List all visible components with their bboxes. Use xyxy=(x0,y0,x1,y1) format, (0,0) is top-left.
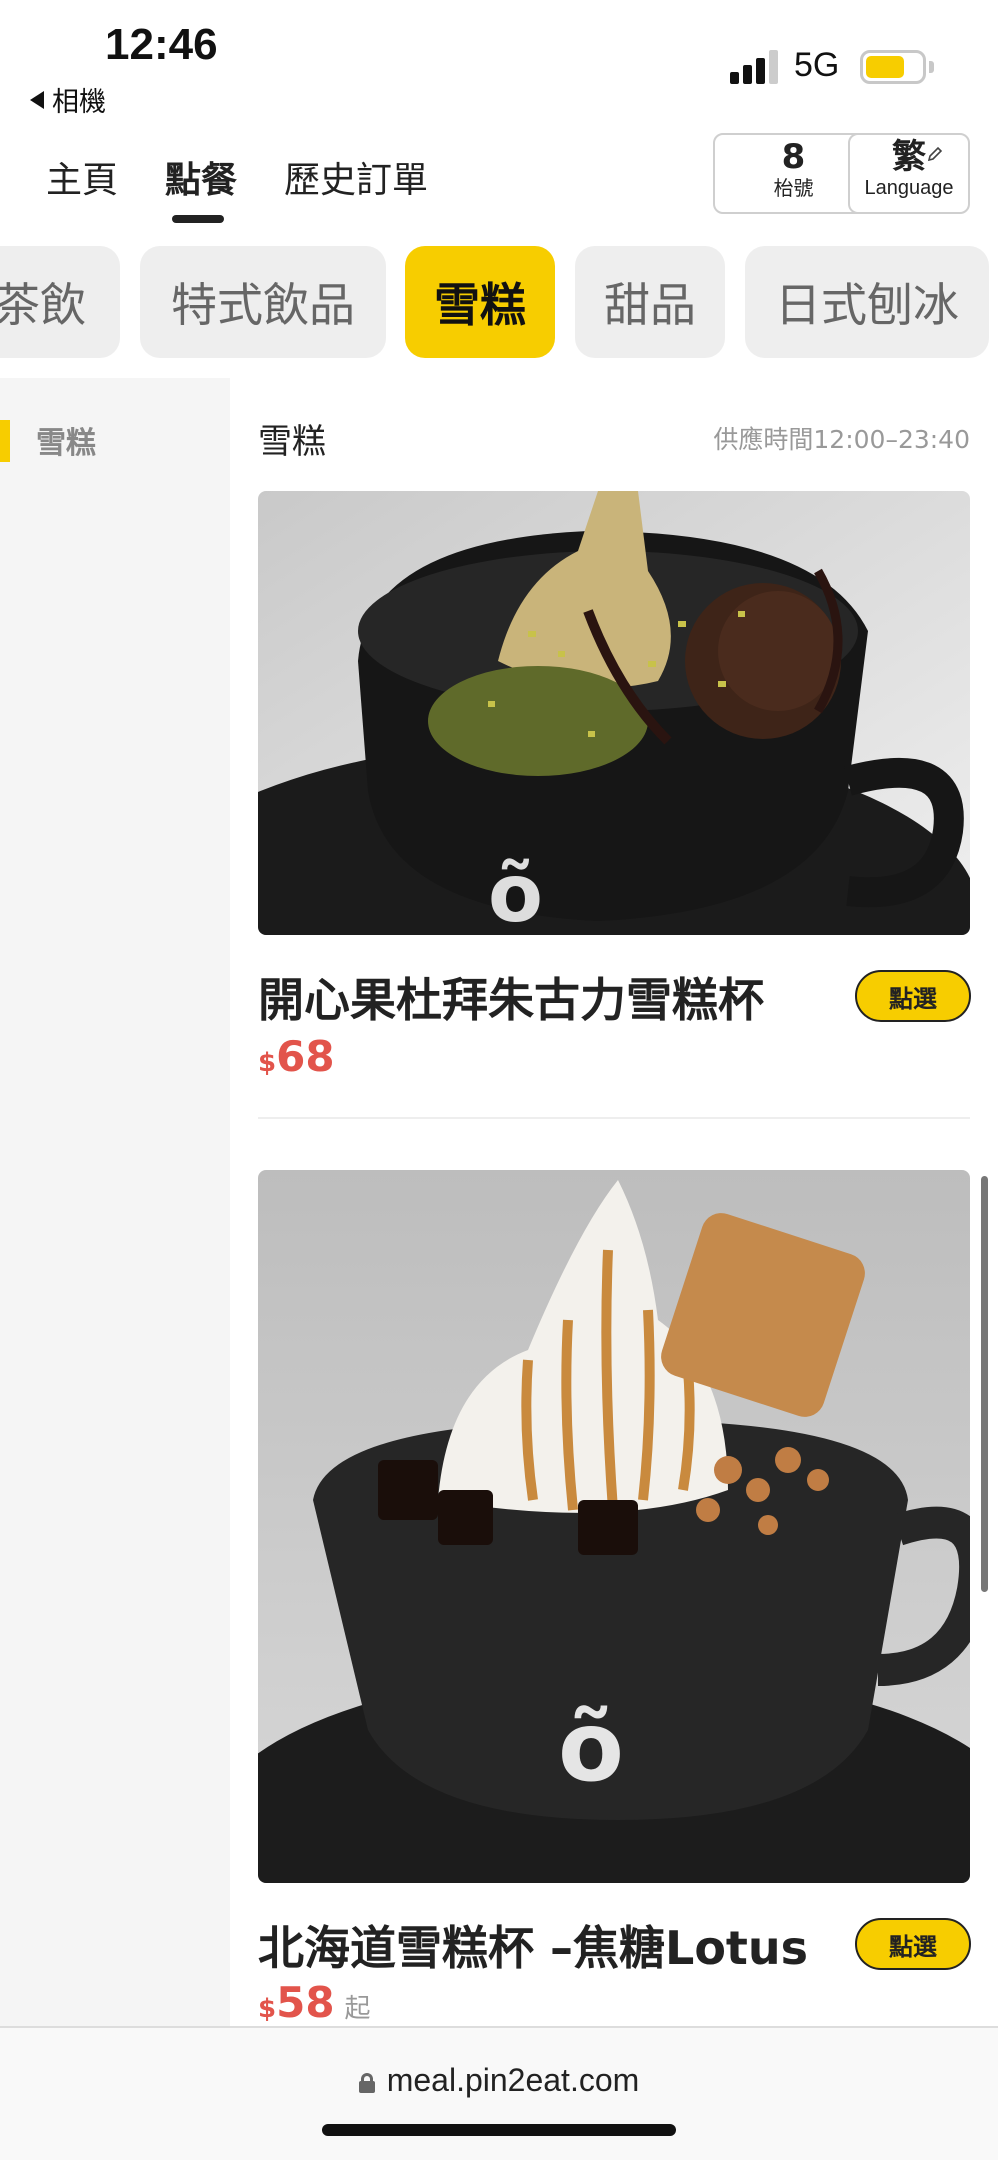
product-name: 北海道雪糕杯 –焦糖Lotus xyxy=(258,1921,809,1975)
product-list: 雪糕 供應時間12:00–23:40 õ 開心果杜拜朱古力雪糕杯 點選 $68 … xyxy=(230,378,998,2026)
product-price: $58 起 xyxy=(258,1978,371,2026)
category-special-drinks[interactable]: 特式飲品 xyxy=(140,246,386,358)
language-current: 繁 xyxy=(892,137,926,177)
back-arrow-icon xyxy=(30,90,44,109)
price-amount: 68 xyxy=(276,1032,335,1081)
tab-order-history[interactable]: 歷史訂單 xyxy=(284,151,428,203)
category-tea[interactable]: 茶飲 xyxy=(0,246,120,358)
language-label: Language xyxy=(864,177,954,199)
product-name: 開心果杜拜朱古力雪糕杯 xyxy=(258,973,764,1027)
lock-icon xyxy=(358,2072,375,2093)
signal-icon xyxy=(730,50,778,84)
select-button[interactable]: 點選 xyxy=(855,970,971,1022)
category-ice-cream[interactable]: 雪糕 xyxy=(405,246,555,358)
category-sidebar: 雪糕 xyxy=(0,378,230,2026)
status-time: 12:46 xyxy=(105,20,218,69)
pencil-icon xyxy=(927,146,943,162)
scrollbar[interactable] xyxy=(981,1176,988,1592)
svg-text:õ: õ xyxy=(488,847,543,935)
sidebar-item-ice-cream[interactable]: 雪糕 xyxy=(36,418,96,462)
svg-text:õ: õ xyxy=(558,1691,624,1803)
item-divider xyxy=(258,1117,970,1119)
battery-cap xyxy=(929,61,934,73)
browser-url-bar[interactable]: meal.pin2eat.com xyxy=(0,2026,998,2160)
ice-cream-cup-photo-1: õ xyxy=(258,491,970,935)
home-indicator[interactable] xyxy=(322,2124,676,2136)
battery-icon xyxy=(860,50,926,84)
tab-order[interactable]: 點餐 xyxy=(165,151,237,203)
serving-time: 供應時間12:00–23:40 xyxy=(713,425,970,454)
price-currency: $ xyxy=(258,1994,277,2024)
network-type: 5G xyxy=(794,46,840,84)
product-image-pistachio-dubai-cup[interactable]: õ xyxy=(258,491,970,935)
sidebar-active-marker xyxy=(0,420,10,462)
price-amount: 58 xyxy=(276,1978,335,2026)
category-desserts[interactable]: 甜品 xyxy=(575,246,725,358)
tab-home[interactable]: 主頁 xyxy=(46,151,118,203)
back-app-label: 相機 xyxy=(52,87,106,118)
price-from-suffix: 起 xyxy=(344,1994,371,2024)
category-bar: 茶飲 特式飲品 雪糕 甜品 日式刨冰 xyxy=(0,246,998,360)
ice-cream-cup-photo-2: õ xyxy=(258,1170,970,1883)
back-to-app-link[interactable]: 相機 xyxy=(30,80,106,119)
section-title: 雪糕 xyxy=(258,422,326,462)
product-image-hokkaido-lotus-cup[interactable]: õ xyxy=(258,1170,970,1883)
product-price: $68 xyxy=(258,1032,335,1081)
active-tab-indicator xyxy=(172,215,224,223)
select-button[interactable]: 點選 xyxy=(855,1918,971,1970)
battery-level xyxy=(866,56,904,78)
category-shaved-ice[interactable]: 日式刨冰 xyxy=(745,246,989,358)
price-currency: $ xyxy=(258,1048,277,1078)
status-bar: 12:46 相機 5G xyxy=(0,0,998,125)
url-text: meal.pin2eat.com xyxy=(386,2062,640,2098)
language-button[interactable]: 繁 Language xyxy=(848,133,970,214)
